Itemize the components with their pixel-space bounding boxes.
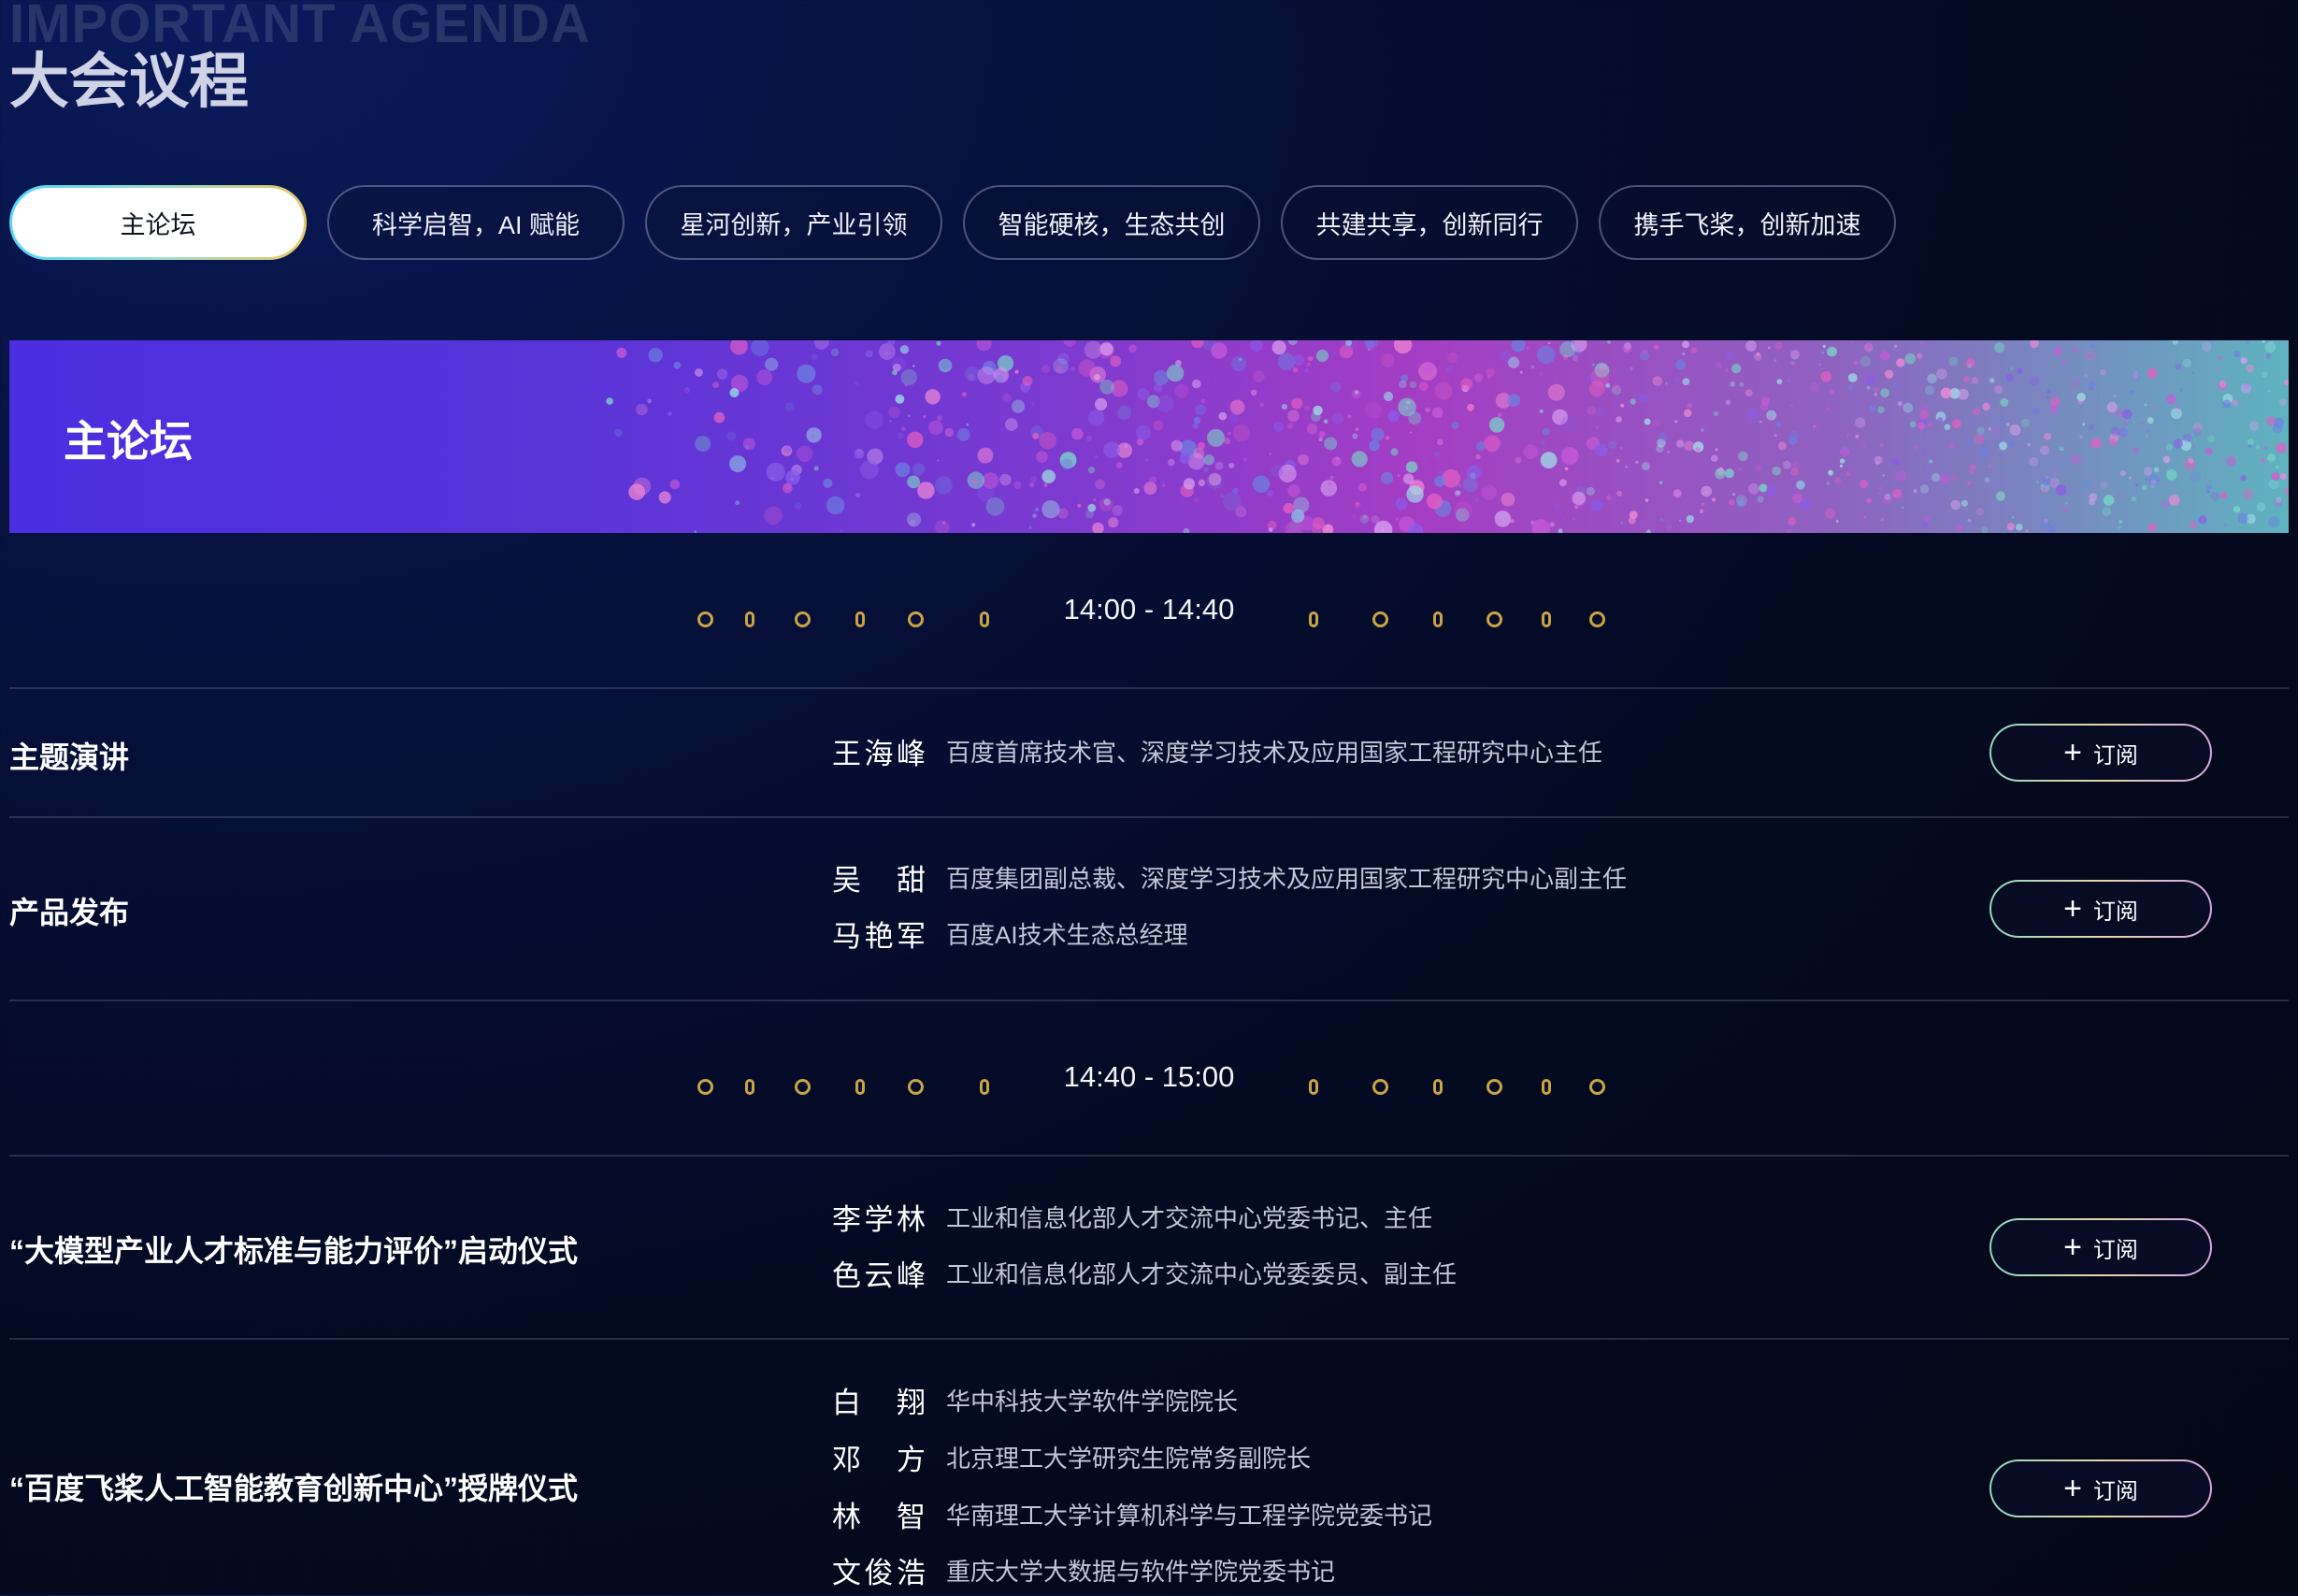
time-row: 14:40 - 15:00 xyxy=(9,1034,2289,1124)
decorative-dot xyxy=(1372,611,1388,627)
speaker-role: 工业和信息化部人才交流中心党委委员、副主任 xyxy=(946,1260,1458,1288)
speaker-role: 工业和信息化部人才交流中心党委书记、主任 xyxy=(946,1204,1433,1232)
speaker-role: 百度AI技术生态总经理 xyxy=(946,921,1188,949)
tab-paddle-accelerate[interactable]: 携手飞桨，创新加速 xyxy=(1599,185,1896,260)
time-range: 14:00 - 14:40 xyxy=(1063,593,1235,625)
tab-co-build[interactable]: 共建共享，创新同行 xyxy=(1281,185,1578,260)
session-title: “百度飞桨人工智能教育创新中心”授牌仪式 xyxy=(9,1472,579,1505)
session-title: 产品发布 xyxy=(9,896,130,929)
speaker-role: 华南理工大学计算机科学与工程学院党委书记 xyxy=(946,1502,1433,1530)
decorative-dot xyxy=(1542,1079,1551,1095)
subscribe-button[interactable]: + 订阅 xyxy=(1989,724,2212,782)
session-title: “大模型产业人才标准与能力评价”启动仪式 xyxy=(9,1234,579,1268)
decorative-dot xyxy=(1433,1079,1443,1095)
subscribe-label: 订阅 xyxy=(2092,1237,2138,1263)
speaker: 邓方 北京理工大学研究生院常务副院长 xyxy=(832,1436,1311,1483)
subscribe-button[interactable]: + 订阅 xyxy=(1989,1459,2212,1517)
forum-banner: 主论坛 xyxy=(9,340,2289,533)
speaker: 色云峰 工业和信息化部人才交流中心党委委员、副主任 xyxy=(832,1252,1457,1299)
speaker-name: 色云峰 xyxy=(832,1259,926,1292)
speaker-role: 百度集团副总裁、深度学习技术及应用国家工程研究中心副主任 xyxy=(946,865,1628,893)
speaker: 林智 华南理工大学计算机科学与工程学院党委书记 xyxy=(832,1493,1432,1540)
time-range: 14:40 - 15:00 xyxy=(1063,1060,1235,1093)
decorative-dot xyxy=(1309,611,1318,627)
speaker-name: 吴甜 xyxy=(832,864,926,897)
speaker-name: 林智 xyxy=(832,1501,926,1533)
agenda-session: “大模型产业人才标准与能力评价”启动仪式 李学林 工业和信息化部人才交流中心党委书… xyxy=(9,1157,2289,1338)
subscribe-label: 订阅 xyxy=(2092,899,2138,925)
plus-icon: + xyxy=(2063,1471,2082,1506)
speaker: 白翔 华中科技大学软件学院院长 xyxy=(832,1379,1238,1426)
banner-title: 主论坛 xyxy=(64,417,193,466)
speaker: 马艳军 百度AI技术生态总经理 xyxy=(832,913,1188,959)
plus-icon: + xyxy=(2063,1229,2082,1265)
speaker-name: 白翔 xyxy=(832,1387,926,1419)
agenda-page: IMPORTANT AGENDA 大会议程 主论坛 科学启智，AI 赋能 星河创… xyxy=(0,0,2298,1595)
decorative-dot xyxy=(1372,1079,1388,1095)
agenda-session: 主题演讲 王海峰 百度首席技术官、深度学习技术及应用国家工程研究中心主任 + 订阅 xyxy=(9,689,2289,816)
tab-galaxy-innovation[interactable]: 星河创新，产业引领 xyxy=(645,185,942,260)
session-title: 主题演讲 xyxy=(9,740,130,774)
forum-tabs: 主论坛 科学启智，AI 赋能 星河创新，产业引领 智能硬核，生态共创 共建共享，… xyxy=(9,185,1896,260)
speaker-name: 李学林 xyxy=(832,1203,926,1236)
speaker: 文俊浩 重庆大学大数据与软件学院党委书记 xyxy=(832,1549,1335,1596)
speaker: 王海峰 百度首席技术官、深度学习技术及应用国家工程研究中心主任 xyxy=(832,730,1602,777)
decorative-dot xyxy=(1309,1079,1318,1095)
header-zh-title: 大会议程 xyxy=(9,48,249,115)
plus-icon: + xyxy=(2063,891,2082,927)
subscribe-label: 订阅 xyxy=(2092,742,2138,769)
subscribe-button[interactable]: + 订阅 xyxy=(1989,880,2212,938)
time-row: 14:00 - 14:40 xyxy=(9,567,2289,656)
decorative-dot xyxy=(1487,611,1502,627)
speaker-role: 北京理工大学研究生院常务副院长 xyxy=(946,1445,1312,1473)
decorative-dot xyxy=(1589,1079,1605,1095)
tab-main-forum[interactable]: 主论坛 xyxy=(9,185,307,260)
speaker-name: 王海峰 xyxy=(832,738,926,770)
agenda-session: “百度飞桨人工智能教育创新中心”授牌仪式 白翔 华中科技大学软件学院院长 邓方 北京… xyxy=(9,1340,2289,1595)
speaker: 吴甜 百度集团副总裁、深度学习技术及应用国家工程研究中心副主任 xyxy=(832,856,1627,903)
decorative-dot xyxy=(1487,1079,1502,1095)
subscribe-button[interactable]: + 订阅 xyxy=(1989,1218,2212,1276)
tab-science-ai[interactable]: 科学启智，AI 赋能 xyxy=(327,185,625,260)
speaker-name: 马艳军 xyxy=(832,920,926,953)
subscribe-label: 订阅 xyxy=(2092,1478,2138,1504)
decorative-dot xyxy=(1589,611,1605,627)
speaker-role: 百度首席技术官、深度学习技术及应用国家工程研究中心主任 xyxy=(946,739,1603,767)
speaker-name: 文俊浩 xyxy=(832,1557,926,1589)
decorative-dot xyxy=(1542,611,1551,627)
speaker: 李学林 工业和信息化部人才交流中心党委书记、主任 xyxy=(832,1196,1432,1243)
agenda-session: 产品发布 吴甜 百度集团副总裁、深度学习技术及应用国家工程研究中心副主任 马艳军百… xyxy=(9,818,2289,999)
speaker-name: 邓方 xyxy=(832,1444,926,1476)
decorative-dot xyxy=(1433,611,1443,627)
plus-icon: + xyxy=(2063,735,2082,770)
tab-smart-hardware[interactable]: 智能硬核，生态共创 xyxy=(963,185,1260,260)
divider xyxy=(9,999,2289,1001)
speaker-role: 重庆大学大数据与软件学院党委书记 xyxy=(946,1558,1336,1586)
banner-splash-decoration xyxy=(606,340,2289,533)
speaker-role: 华中科技大学软件学院院长 xyxy=(946,1388,1239,1416)
